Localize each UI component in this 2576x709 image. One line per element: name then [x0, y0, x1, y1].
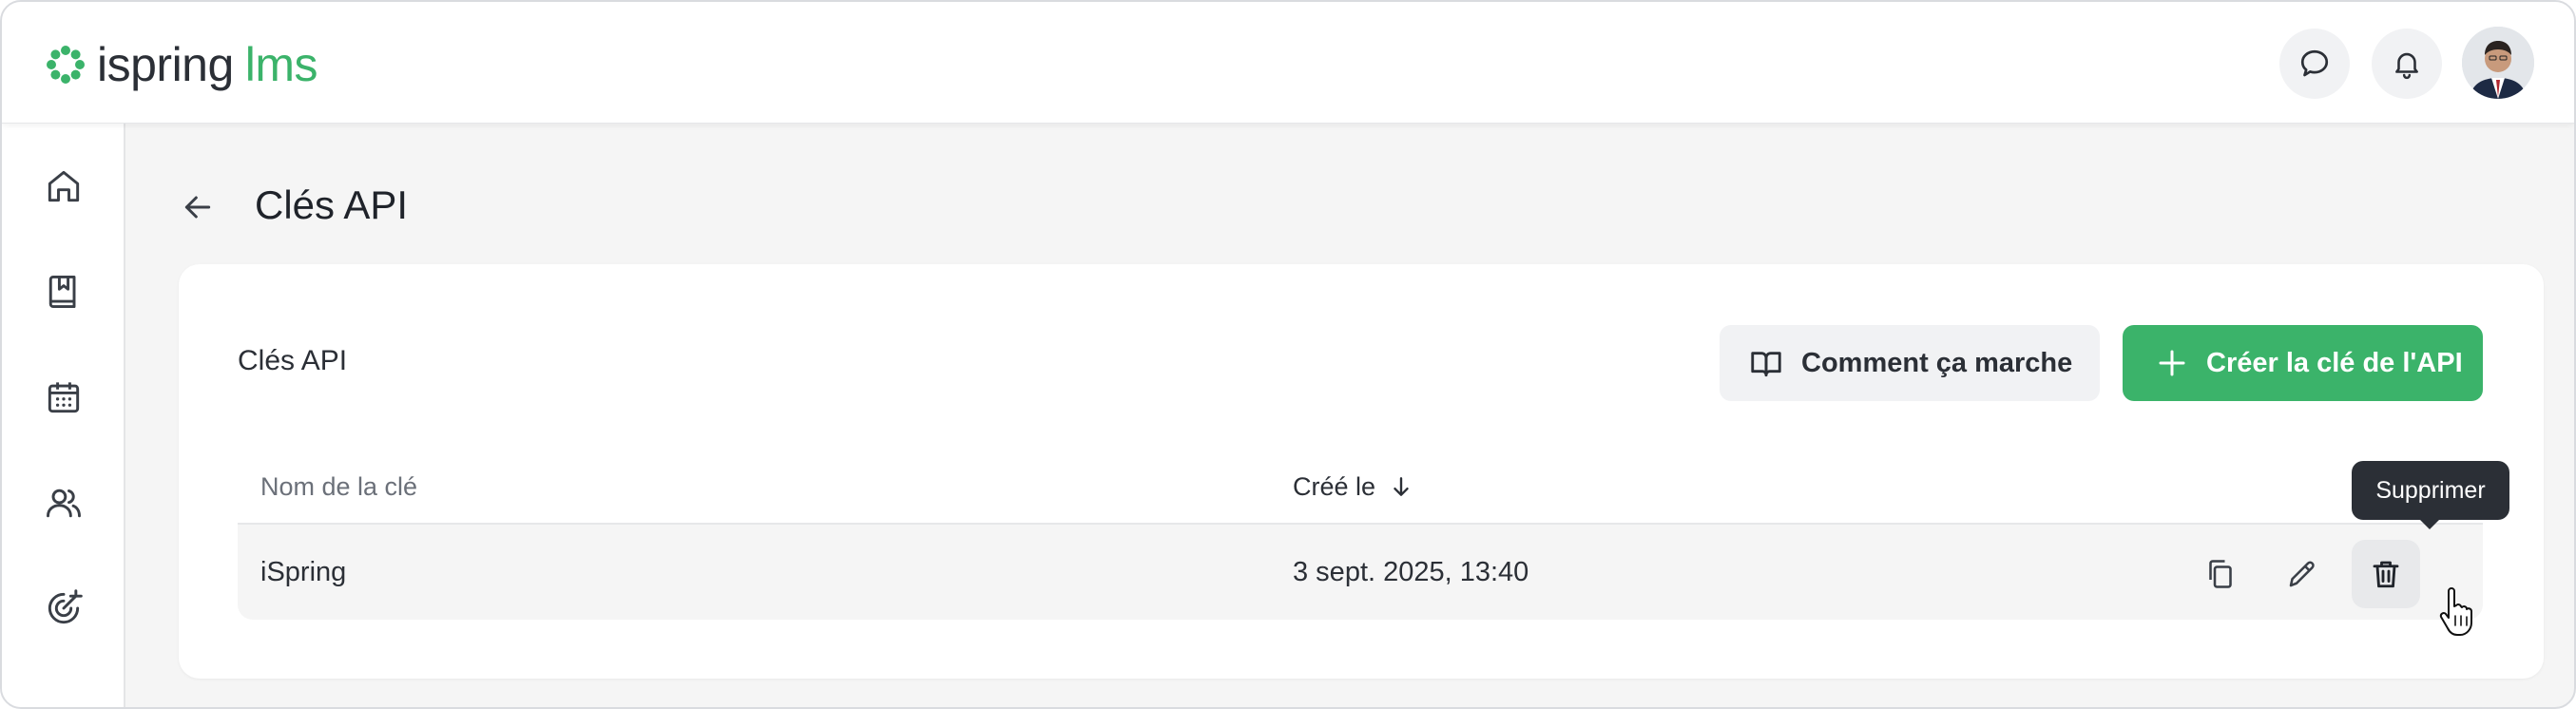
column-header-created-label: Créé le — [1293, 472, 1376, 501]
trash-icon — [2373, 561, 2399, 588]
logo-text-ispring: ispring — [97, 38, 234, 91]
column-header-name: Nom de la clé — [260, 472, 418, 501]
cell-created-date: 3 sept. 2025, 13:40 — [1293, 557, 1529, 587]
users-icon — [47, 489, 81, 518]
notifications-button[interactable] — [2372, 29, 2442, 99]
cell-key-name: iSpring — [260, 557, 347, 587]
arrow-left-icon — [184, 196, 211, 219]
api-keys-card: Clés API Comment ça marche Créer la clé … — [179, 264, 2544, 679]
target-icon — [48, 589, 83, 624]
chat-bubble-icon — [2300, 49, 2329, 77]
create-api-key-button[interactable]: Créer la clé de l'API — [2123, 325, 2483, 401]
logo-text-lms: lms — [244, 38, 318, 91]
chat-button[interactable] — [2279, 29, 2350, 99]
table-row[interactable]: iSpring 3 sept. 2025, 13:40 — [238, 525, 2483, 620]
sidebar-item-calendar[interactable] — [33, 367, 94, 428]
page-title: Clés API — [255, 182, 409, 227]
copy-key-button[interactable] — [2186, 540, 2255, 608]
app-window: ispring lms Clés API Clés API Comment ça… — [0, 0, 2576, 709]
delete-tooltip: Supprimer — [2352, 461, 2509, 529]
user-avatar[interactable] — [2462, 27, 2534, 99]
column-header-created[interactable]: Créé le — [1293, 468, 1413, 506]
create-api-key-label: Créer la clé de l'API — [2206, 347, 2463, 378]
edit-key-button[interactable] — [2268, 540, 2336, 608]
copy-icon — [2209, 560, 2232, 588]
sidebar-item-goals[interactable] — [33, 578, 94, 639]
avatar-image — [2462, 27, 2534, 99]
back-button[interactable] — [169, 179, 226, 236]
logo[interactable]: ispring lms — [44, 36, 318, 93]
sidebar-item-home[interactable] — [33, 156, 94, 217]
ispring-logo-icon — [47, 46, 85, 84]
bell-icon — [2395, 52, 2418, 80]
hand-cursor-icon — [2439, 587, 2472, 636]
sidebar-item-users[interactable] — [33, 472, 94, 533]
how-it-works-button[interactable]: Comment ça marche — [1720, 325, 2100, 401]
arrow-down-icon — [1389, 474, 1413, 499]
pencil-icon — [2289, 561, 2315, 587]
calendar-icon — [48, 382, 80, 413]
top-header: ispring lms — [2, 2, 2574, 124]
sidebar — [2, 124, 125, 707]
book-icon — [48, 275, 76, 309]
sidebar-item-library[interactable] — [33, 261, 94, 322]
card-title: Clés API — [238, 345, 348, 376]
home-icon — [48, 170, 80, 202]
plus-icon — [2159, 350, 2185, 376]
open-book-icon — [1751, 352, 1781, 377]
delete-key-button[interactable] — [2352, 540, 2420, 608]
how-it-works-label: Comment ça marche — [1801, 347, 2073, 378]
logo-text: ispring lms — [97, 36, 318, 93]
